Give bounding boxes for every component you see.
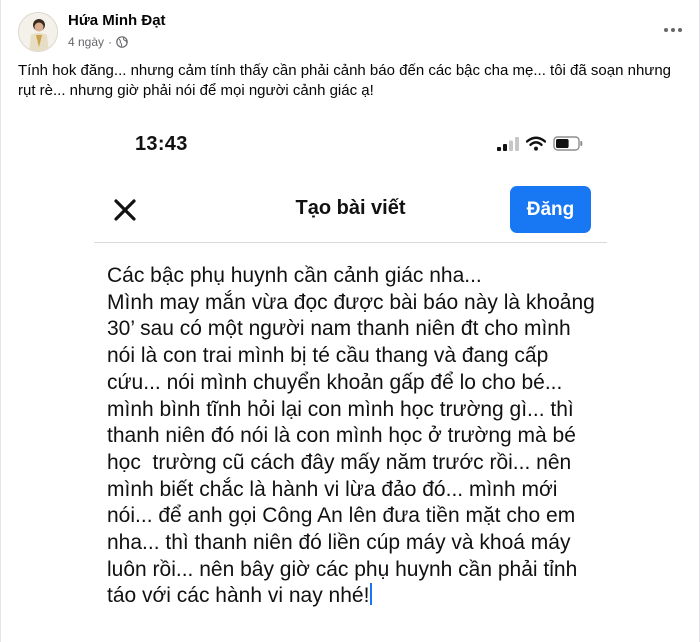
- avatar[interactable]: [18, 12, 58, 52]
- phone-status-bar: 13:43: [94, 113, 607, 175]
- post-header: Hứa Minh Đạt 4 ngày ·: [18, 10, 683, 54]
- post-meta: 4 ngày ·: [68, 34, 128, 50]
- text-cursor: [370, 583, 373, 606]
- more-horizontal-icon: [664, 28, 682, 32]
- facebook-post: Hứa Minh Đạt 4 ngày · Tính hok đăng... n…: [0, 0, 700, 642]
- composer-header: Tạo bài viết Đăng: [94, 175, 607, 243]
- composer-body-text: Các bậc phụ huynh cần cảnh giác nha... M…: [107, 264, 595, 608]
- more-options-button[interactable]: [657, 14, 689, 46]
- battery-icon: [553, 136, 583, 151]
- status-time: 13:43: [135, 133, 188, 155]
- globe-icon[interactable]: [116, 36, 128, 48]
- post-time[interactable]: 4 ngày: [68, 34, 104, 50]
- wifi-icon: [526, 136, 546, 151]
- post-button[interactable]: Đăng: [510, 186, 591, 233]
- status-icons: [497, 136, 583, 151]
- author-name[interactable]: Hứa Minh Đạt: [68, 12, 166, 30]
- post-text: Tính hok đăng... nhưng cảm tính thấy cần…: [18, 62, 672, 99]
- composer-text[interactable]: Các bậc phụ huynh cần cảnh giác nha... M…: [107, 263, 602, 610]
- avatar-image: [19, 13, 57, 51]
- signal-icon: [497, 136, 519, 151]
- attached-screenshot[interactable]: 13:43 Tạo bài viết Đăng Các bậc phụ huyn…: [94, 113, 607, 642]
